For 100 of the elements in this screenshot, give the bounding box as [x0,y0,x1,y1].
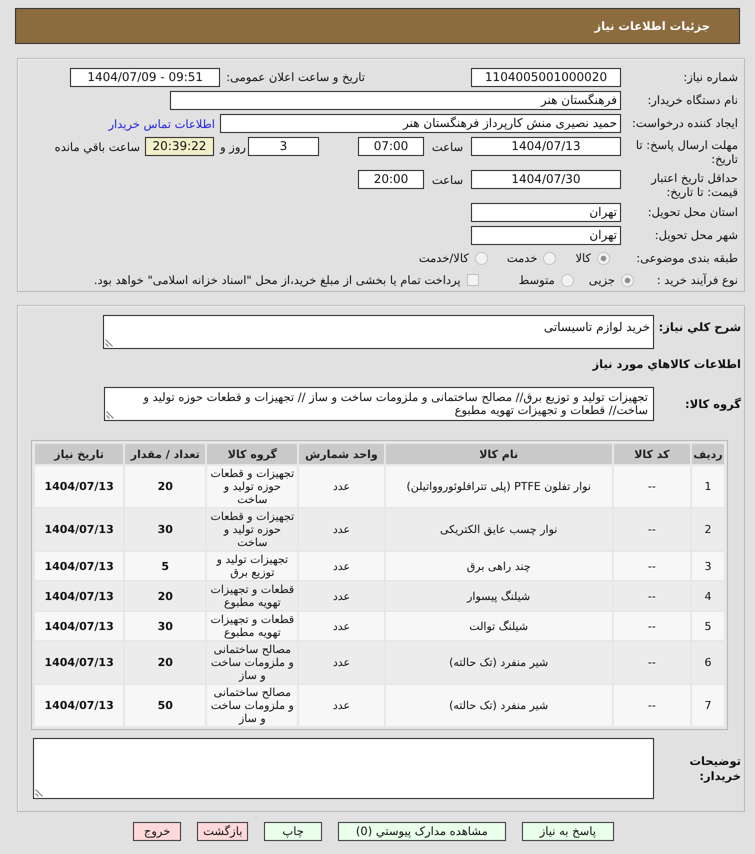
resize-grip-icon[interactable] [106,411,114,419]
table-cell: 2 [692,509,724,550]
time-field[interactable]: 07:00 [358,137,424,156]
radio-button[interactable] [597,252,610,264]
action-button[interactable]: پاسخ به نیاز [522,822,614,841]
table-cell: عدد [299,552,384,580]
page-title: جزئیات اطلاعات نیاز [594,19,710,33]
table-cell: قطعات و تجهیزات تهویه مطبوع [207,612,298,640]
table-cell: 1404/07/13 [35,582,124,610]
table-cell: چند راهی برق [386,552,612,580]
need-number-field[interactable]: 1104005001000020 [471,68,621,87]
option-label: کالا/خدمت [418,251,469,265]
radio-button[interactable] [560,274,574,286]
remaining-time-field[interactable]: 20:39:22 [145,137,214,156]
action-button[interactable]: خروج [133,822,182,841]
table-cell: -- [614,552,690,580]
table-cell: شیر منفرد (تک حالته) [386,685,612,726]
goods-group-field[interactable]: تجهیزات تولید و توزیع برق// مصالح ساختمانی و ملزومات ساخت و ساز // تجهیزات و قطعات حوزه تولید و ساخت// قطعات و تجهیزات تهویه مطبوع [104,387,654,421]
action-button[interactable]: مشاهده مدارک پیوستي (0) [338,822,506,841]
table-cell: تجهیزات و قطعات حوزه تولید و ساخت [207,509,298,550]
table-cell: -- [614,642,690,683]
table-cell: 1404/07/13 [35,612,124,640]
field-label: ساعت باقي مانده [54,140,140,154]
column-header: تاریخ نیاز [35,444,124,464]
column-header: تعداد / مقدار [125,444,206,464]
table-cell: 20 [125,582,206,610]
table-cell: عدد [299,509,384,550]
checkbox-label: پرداخت تمام یا بخشی از مبلغ خرید،از محل "اسناد خزانه اسلامی" خواهد بود. [94,273,461,287]
date-field[interactable]: 1404/07/30 [471,170,621,189]
table-cell: 30 [125,612,206,640]
field-label: ایجاد کننده درخواست: [631,115,739,132]
province-field[interactable]: تهران [471,203,621,222]
action-button[interactable]: چاپ [264,822,322,841]
section-heading: اطلاعات کالاهاي مورد نیاز [591,357,741,372]
resize-grip-icon[interactable] [105,339,113,347]
field-label: شماره نیاز: [682,69,739,86]
announcement-date-field[interactable]: 1404/07/09 - 09:51 [70,68,220,87]
city-field[interactable]: تهران [471,226,621,245]
table-cell: 20 [125,466,206,507]
requester-field[interactable]: حمید نصیری منش کارپرداز فرهنگستان هنر [220,114,621,133]
radio-button[interactable] [621,274,634,286]
table-cell: 1 [692,466,724,507]
field-label: استان محل تحویل: [646,204,739,221]
table-cell: -- [614,582,690,610]
contact-link[interactable]: اطلاعات تماس خریدار [108,116,215,130]
table-cell: 50 [125,685,206,726]
option-label: کالا [575,251,591,265]
field-label: نوع فرآیند خرید : [656,272,739,289]
table-cell: قطعات و تجهیزات تهویه مطبوع [207,582,298,610]
table-cell: تجهیزات و قطعات حوزه تولید و ساخت [207,466,298,507]
option-label: متوسط [518,273,555,287]
table-cell: عدد [299,685,384,726]
table-cell: شیر منفرد (تک حالته) [386,642,612,683]
date-field[interactable]: 1404/07/13 [471,137,621,156]
field-label: گروه کالا: [684,397,742,411]
table-cell: 4 [692,582,724,610]
table-cell: مصالح ساختمانی و ملزومات ساخت و ساز [207,642,298,683]
table-cell: 5 [125,552,206,580]
column-header: نام کالا [386,444,612,464]
field-label: مهلت ارسال پاسخ: تا تاریخ: [634,137,739,166]
table-cell: 5 [692,612,724,640]
field-label: تاریخ و ساعت اعلان عمومی: [226,69,365,86]
field-label: طبقه بندی موضوعی: [635,250,739,267]
radio-button[interactable] [543,252,556,264]
checkbox[interactable] [466,274,479,286]
buyer-notes-field[interactable] [33,738,654,799]
table-cell: تجهیزات تولید و توزیع برق [207,552,298,580]
field-label: توضیحات خریدار: [688,754,742,784]
field-label: نام دستگاه خریدار: [646,92,739,109]
table-cell: عدد [299,612,384,640]
field-label: ساعت [430,172,464,186]
table-cell: شیلنگ توالت [386,612,612,640]
column-header: ردیف [692,444,724,464]
table-cell: عدد [299,642,384,683]
radio-button[interactable] [474,252,488,264]
field-label: حداقل تاریخ اعتبار قیمت: تا تاریخ: [650,170,739,199]
action-button[interactable]: بازگشت [197,822,248,841]
table-cell: 1404/07/13 [35,685,124,726]
table-cell: 1404/07/13 [35,466,124,507]
column-header: گروه کالا [207,444,298,464]
table-cell: -- [614,509,690,550]
field-label: روز و [218,140,247,154]
table-cell: -- [614,466,690,507]
table-cell: 30 [125,509,206,550]
resize-grip-icon[interactable] [35,789,43,797]
time-field[interactable]: 20:00 [358,170,424,189]
buyer-organization-field[interactable]: فرهنگستان هنر [170,91,621,110]
days-field[interactable]: 3 [248,137,319,156]
option-label: خدمت [506,251,538,265]
table-cell: عدد [299,582,384,610]
summary-field[interactable]: خرید لوازم تاسیساتی [103,315,654,349]
table-cell: 1404/07/13 [35,642,124,683]
table-cell: 1404/07/13 [35,552,124,580]
table-cell: 20 [125,642,206,683]
table-cell: -- [614,685,690,726]
field-label: ساعت [430,140,464,154]
field-label: شرح کلي نیاز: [658,319,742,334]
table-cell: 7 [692,685,724,726]
column-header: کد کالا [614,444,690,464]
table-cell: نوار چسب عایق الکتریکی [386,509,612,550]
